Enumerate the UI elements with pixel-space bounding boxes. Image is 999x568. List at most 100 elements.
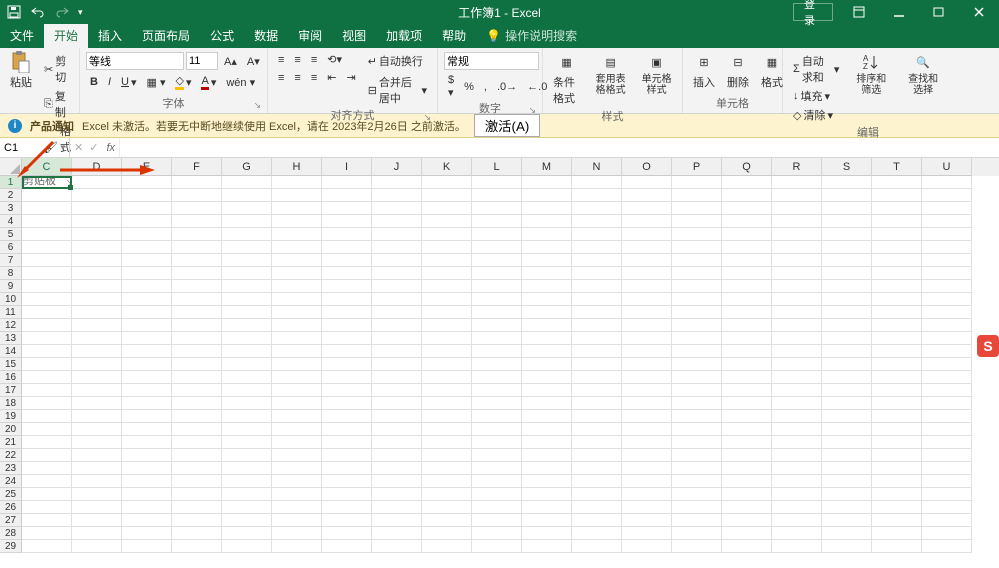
cell[interactable] [722,397,772,410]
cell[interactable] [122,488,172,501]
cell[interactable] [622,527,672,540]
ime-badge-icon[interactable]: S [977,335,999,357]
cell[interactable] [772,306,822,319]
save-icon[interactable] [6,4,22,20]
cell[interactable] [522,189,572,202]
cell[interactable] [822,319,872,332]
column-header[interactable]: O [622,158,672,176]
cell[interactable] [222,371,272,384]
cell[interactable] [172,215,222,228]
cell[interactable] [872,267,922,280]
column-header[interactable]: S [822,158,872,176]
cell[interactable] [72,527,122,540]
cell[interactable] [272,228,322,241]
row-header[interactable]: 12 [0,319,22,332]
cell[interactable] [472,410,522,423]
cell[interactable] [572,228,622,241]
cell[interactable] [322,267,372,280]
cell[interactable] [772,332,822,345]
cell[interactable] [922,202,972,215]
cell[interactable] [222,241,272,254]
cell[interactable] [472,358,522,371]
cell[interactable] [622,540,672,553]
cell[interactable] [222,332,272,345]
cell[interactable] [172,514,222,527]
cell[interactable] [472,228,522,241]
cell[interactable] [122,319,172,332]
cell[interactable] [922,228,972,241]
row-header[interactable]: 19 [0,410,22,423]
tab-formula[interactable]: 公式 [200,23,244,48]
cell[interactable] [922,293,972,306]
cell[interactable] [72,306,122,319]
cell[interactable] [272,267,322,280]
cell[interactable] [422,332,472,345]
cell[interactable] [622,358,672,371]
cell[interactable] [122,241,172,254]
cell[interactable] [372,319,422,332]
row-header[interactable]: 11 [0,306,22,319]
undo-icon[interactable] [30,4,46,20]
cell[interactable] [872,410,922,423]
cell[interactable] [422,514,472,527]
cell[interactable] [322,410,372,423]
cell[interactable] [572,501,622,514]
cell[interactable] [922,540,972,553]
cell[interactable] [472,202,522,215]
cell[interactable] [872,345,922,358]
cell[interactable] [622,267,672,280]
qat-more-icon[interactable]: ▾ [78,7,83,18]
cell[interactable] [522,475,572,488]
cell[interactable] [922,280,972,293]
cell[interactable] [472,488,522,501]
cell[interactable] [322,319,372,332]
decimal-inc-icon[interactable]: .0→ [493,80,521,94]
cell[interactable] [222,462,272,475]
cell[interactable] [622,280,672,293]
cell[interactable] [72,384,122,397]
row-header[interactable]: 1 [0,176,22,189]
cell[interactable] [372,267,422,280]
cell[interactable] [772,436,822,449]
cell[interactable] [72,202,122,215]
cell[interactable] [822,254,872,267]
cell[interactable] [372,189,422,202]
cell[interactable] [522,527,572,540]
cell[interactable] [72,241,122,254]
cell[interactable] [822,371,872,384]
cell[interactable] [122,345,172,358]
cell[interactable] [372,293,422,306]
cell[interactable] [22,306,72,319]
cell[interactable] [522,202,572,215]
merge-center-button[interactable]: ⊟合并后居中 ▾ [364,73,431,107]
cell[interactable] [872,475,922,488]
delete-cells-button[interactable]: ⊟删除 [723,50,753,92]
cell[interactable] [422,293,472,306]
cell[interactable] [272,410,322,423]
launcher-icon[interactable]: ↘ [253,100,261,111]
currency-button[interactable]: $ ▾ [444,73,458,100]
cell[interactable] [272,514,322,527]
cut-button[interactable]: ✂剪切 [40,52,75,86]
cell[interactable] [572,371,622,384]
cell[interactable] [472,371,522,384]
cell[interactable] [322,371,372,384]
cell[interactable] [872,488,922,501]
cell[interactable] [922,449,972,462]
close-icon[interactable] [959,0,999,24]
cell[interactable] [72,501,122,514]
cell[interactable] [272,488,322,501]
cell[interactable] [822,280,872,293]
cell[interactable] [122,462,172,475]
cell[interactable] [522,514,572,527]
row-header[interactable]: 25 [0,488,22,501]
cell[interactable] [372,306,422,319]
cell[interactable] [872,319,922,332]
cell[interactable] [672,436,722,449]
cell[interactable] [872,514,922,527]
cell[interactable] [422,449,472,462]
wrap-text-button[interactable]: ↵自动换行 [364,52,431,70]
cell[interactable] [672,267,722,280]
cell[interactable] [222,280,272,293]
cell[interactable] [72,215,122,228]
